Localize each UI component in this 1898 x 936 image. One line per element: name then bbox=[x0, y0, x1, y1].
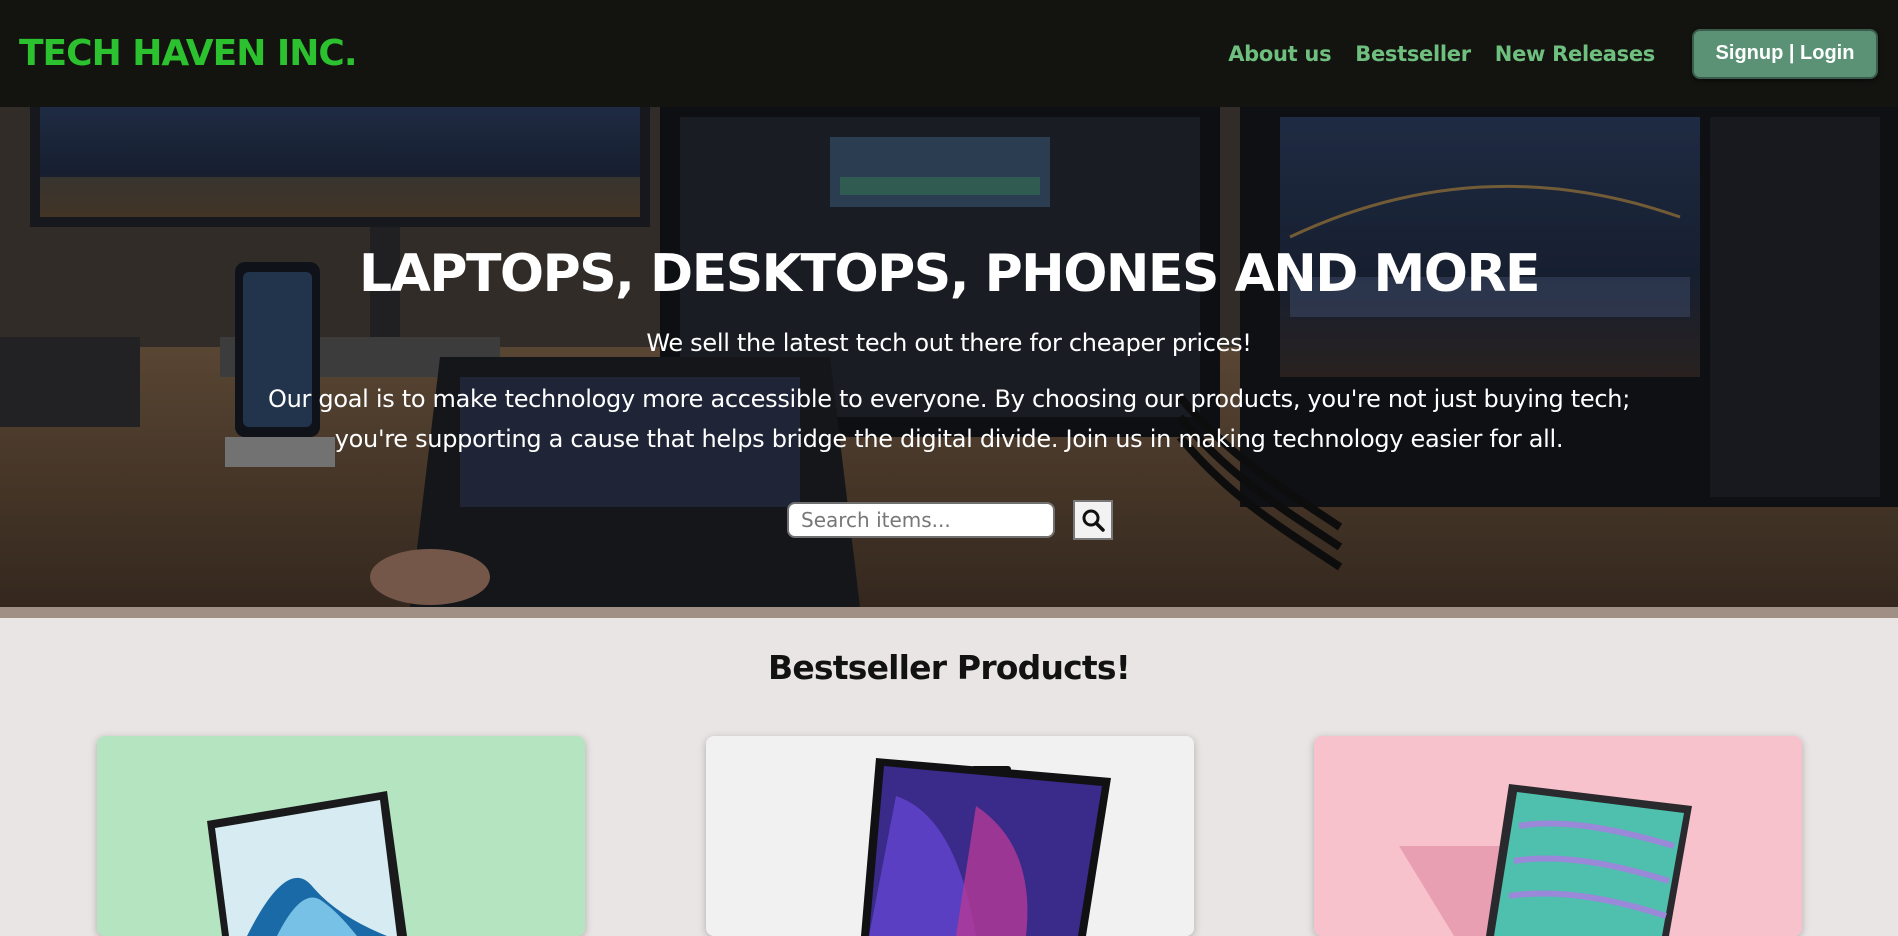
product-card-2[interactable] bbox=[706, 736, 1194, 936]
hero-description: Our goal is to make technology more acce… bbox=[268, 385, 1630, 453]
nav-menu: About us Bestseller New Releases Signup … bbox=[1228, 28, 1878, 79]
search-button[interactable] bbox=[1073, 500, 1113, 540]
nav-link-new-releases[interactable]: New Releases bbox=[1495, 42, 1656, 66]
nav-link-about-us[interactable]: About us bbox=[1228, 42, 1331, 66]
hero-title: LAPTOPS, DESKTOPS, PHONES AND MORE bbox=[358, 244, 1541, 304]
hero-section: LAPTOPS, DESKTOPS, PHONES AND MORE We se… bbox=[0, 107, 1898, 607]
product-image-laptop-white bbox=[706, 736, 1194, 936]
top-navbar: TECH HAVEN INC. About us Bestseller New … bbox=[0, 0, 1898, 107]
search-input[interactable] bbox=[787, 502, 1055, 538]
hero-content: LAPTOPS, DESKTOPS, PHONES AND MORE We se… bbox=[0, 107, 1898, 607]
product-image-laptop-pink bbox=[1314, 736, 1802, 936]
search-bar bbox=[787, 500, 1113, 540]
product-image-laptop-green bbox=[97, 736, 585, 936]
product-card-1[interactable] bbox=[97, 736, 585, 936]
hero-subtitle: We sell the latest tech out there for ch… bbox=[646, 329, 1252, 357]
signup-login-button[interactable]: Signup | Login bbox=[1692, 28, 1878, 79]
brand-logo[interactable]: TECH HAVEN INC. bbox=[19, 33, 358, 74]
bestseller-heading: Bestseller Products! bbox=[767, 648, 1131, 687]
search-icon bbox=[1082, 509, 1105, 532]
section-divider bbox=[0, 607, 1898, 618]
nav-link-bestseller[interactable]: Bestseller bbox=[1355, 42, 1471, 66]
product-card-3[interactable] bbox=[1314, 736, 1802, 936]
